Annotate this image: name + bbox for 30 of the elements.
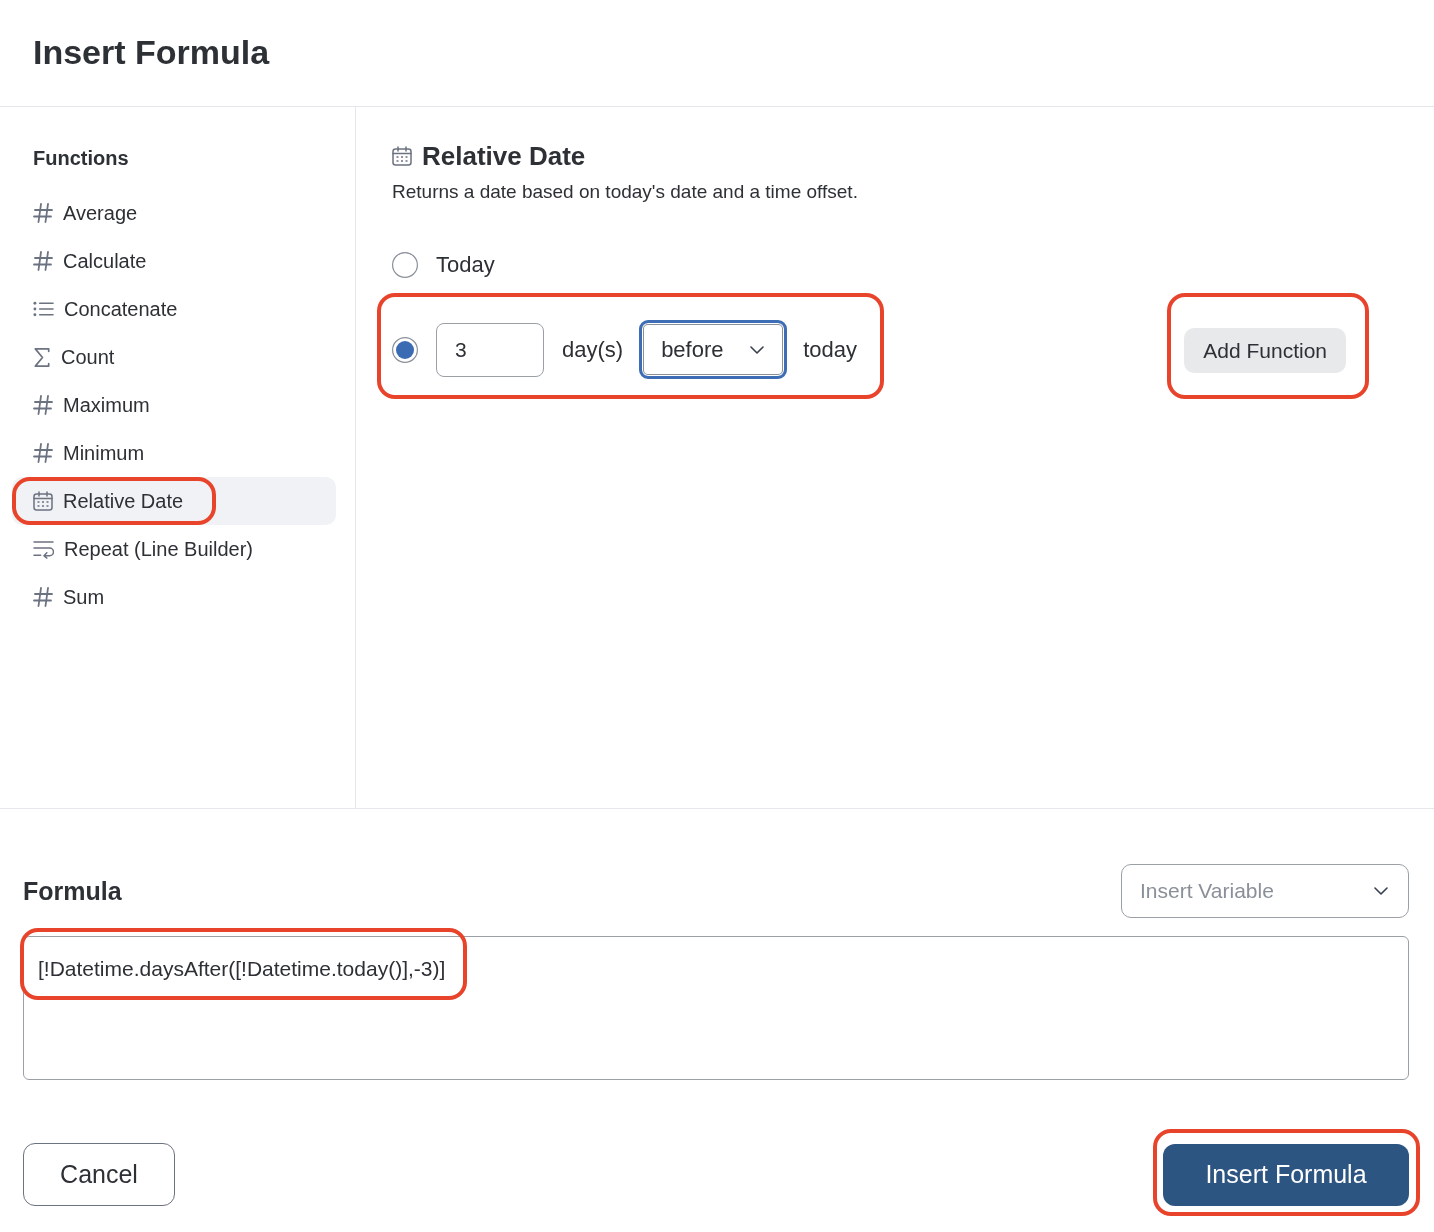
suffix-label: today — [803, 335, 857, 364]
radio-button[interactable] — [392, 252, 418, 278]
sidebar-heading: Functions — [33, 146, 129, 171]
add-function-button[interactable]: Add Function — [1184, 328, 1346, 373]
formula-text: [!Datetime.daysAfter([!Datetime.today()],-3)] — [38, 956, 446, 982]
hash-icon — [33, 394, 53, 416]
formula-heading: Formula — [23, 876, 122, 907]
radio-button[interactable] — [392, 336, 418, 363]
function-description: Returns a date based on today's date and a time offset. — [392, 180, 858, 204]
amount-input[interactable]: 3 — [436, 322, 544, 377]
direction-select[interactable]: before — [639, 320, 788, 379]
hash-icon — [33, 442, 53, 464]
dialog-title: Insert Formula — [33, 32, 270, 73]
hash-icon — [33, 250, 53, 272]
wrap-lines-icon — [33, 539, 54, 559]
sigma-icon — [33, 346, 51, 368]
option-label: Today — [436, 251, 495, 279]
insert-formula-button[interactable]: Insert Formula — [1163, 1143, 1409, 1206]
hash-icon — [33, 202, 53, 224]
chevron-down-icon — [1374, 887, 1388, 895]
list-icon — [33, 301, 54, 317]
formula-field[interactable] — [23, 936, 1409, 1080]
calendar-icon — [33, 491, 53, 511]
chevron-down-icon — [750, 345, 765, 354]
unit-label: day(s) — [562, 335, 624, 364]
cancel-button[interactable]: Cancel — [23, 1143, 175, 1206]
hash-icon — [33, 586, 53, 608]
calendar-icon — [392, 146, 412, 166]
function-title: Relative Date — [422, 140, 586, 173]
sidebar-item[interactable]: Relative Date — [12, 477, 336, 525]
